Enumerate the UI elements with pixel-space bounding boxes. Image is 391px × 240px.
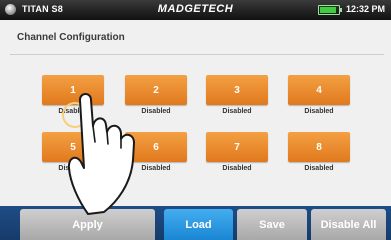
channel-4-button[interactable]: 4 xyxy=(288,75,350,105)
channel-4-status: Disabled xyxy=(304,108,334,115)
channel-7[interactable]: 7 Disabled xyxy=(206,132,268,176)
bottom-toolbar: Apply Load Save Disable All xyxy=(0,206,391,240)
load-button[interactable]: Load xyxy=(164,209,233,240)
channel-7-button[interactable]: 7 xyxy=(206,132,268,162)
channel-4[interactable]: 4 Disabled xyxy=(288,75,350,119)
status-bar: TITAN S8 MADGETECH 12:32 PM xyxy=(0,0,391,20)
battery-tip xyxy=(340,8,342,12)
page-title: Channel Configuration xyxy=(17,32,125,43)
channel-7-status: Disabled xyxy=(222,165,252,172)
channel-8-status: Disabled xyxy=(304,165,334,172)
channel-3-button[interactable]: 3 xyxy=(206,75,268,105)
clock: 12:32 PM xyxy=(346,4,386,14)
disable-all-button[interactable]: Disable All xyxy=(311,209,386,240)
pointing-hand-icon xyxy=(67,93,135,215)
content-panel: Channel Configuration 1 Disabled 2 Disab… xyxy=(0,20,391,206)
title-divider xyxy=(10,54,384,55)
channel-3-status: Disabled xyxy=(222,108,252,115)
battery-level-fill xyxy=(320,7,336,13)
channel-8[interactable]: 8 Disabled xyxy=(288,132,350,176)
battery-icon xyxy=(318,5,340,15)
channel-8-button[interactable]: 8 xyxy=(288,132,350,162)
titan-s8-screen: TITAN S8 MADGETECH 12:32 PM Channel Conf… xyxy=(0,0,391,240)
save-button[interactable]: Save xyxy=(237,209,307,240)
channel-3[interactable]: 3 Disabled xyxy=(206,75,268,119)
